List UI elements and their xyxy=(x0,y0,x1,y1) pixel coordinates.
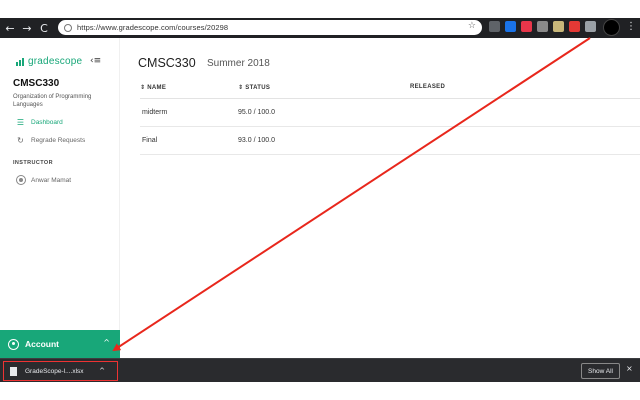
gradescope-page: gradescope ‹≡ CMSC330 Organization of Pr… xyxy=(0,38,640,358)
chevron-up-icon[interactable]: ^ xyxy=(99,367,105,375)
file-icon xyxy=(10,366,17,376)
chevron-up-icon: ^ xyxy=(103,338,110,347)
lock-icon xyxy=(64,23,72,32)
download-shelf: GradeScope-l....xlsx ^ Show All × xyxy=(0,358,640,382)
logo-text: gradescope xyxy=(28,56,83,67)
screenshot-frame: ← → C https://www.gradescope.com/courses… xyxy=(0,0,640,400)
course-term: Summer 2018 xyxy=(207,58,270,69)
back-icon[interactable]: ← xyxy=(3,21,17,35)
collapse-sidebar-icon[interactable]: ‹≡ xyxy=(90,56,101,66)
page-title: CMSC330 xyxy=(138,56,196,70)
user-avatar-icon xyxy=(16,175,26,185)
sidebar: gradescope ‹≡ CMSC330 Organization of Pr… xyxy=(0,38,120,358)
instructor-entry[interactable]: Anwar Mamat xyxy=(16,175,71,185)
account-label: Account xyxy=(25,339,59,349)
dashboard-icon: ☰ xyxy=(16,118,25,127)
extension-icon-3[interactable] xyxy=(521,21,532,32)
extension-icon-2[interactable] xyxy=(505,21,516,32)
assignment-status: 95.0 / 100.0 xyxy=(238,109,275,116)
account-button[interactable]: Account ^ xyxy=(0,330,120,358)
sidebar-item-regrade-requests[interactable]: ↻ Regrade Requests xyxy=(16,136,85,145)
logo-icon xyxy=(16,57,24,66)
extension-icon-1[interactable] xyxy=(489,21,500,32)
table-row[interactable]: Final 93.0 / 100.0 xyxy=(140,127,640,155)
assignment-name-link[interactable]: midterm xyxy=(142,109,167,116)
show-all-button[interactable]: Show All xyxy=(581,363,620,379)
downloaded-file-item[interactable]: GradeScope-l....xlsx ^ xyxy=(3,361,118,381)
table-row[interactable]: midterm 95.0 / 100.0 xyxy=(140,99,640,127)
row-divider xyxy=(140,154,640,155)
sidebar-item-label: Dashboard xyxy=(31,119,63,126)
course-code: CMSC330 xyxy=(13,78,60,89)
instructor-name: Anwar Mamat xyxy=(31,176,72,184)
column-header-status[interactable]: ⇕ STATUS xyxy=(238,84,270,91)
regrade-icon: ↻ xyxy=(17,136,24,145)
column-header-released[interactable]: RELEASED xyxy=(410,84,445,90)
account-icon xyxy=(8,338,19,350)
sidebar-item-dashboard[interactable]: ☰ Dashboard xyxy=(16,118,63,127)
extension-icon-5[interactable] xyxy=(553,21,564,32)
extension-icon-4[interactable] xyxy=(537,21,548,32)
downloaded-file-name[interactable]: GradeScope-l....xlsx xyxy=(25,368,84,375)
profile-avatar[interactable] xyxy=(603,19,620,36)
assignment-status: 93.0 / 100.0 xyxy=(238,137,275,144)
browser-menu-icon[interactable]: ⋮ xyxy=(626,21,636,32)
extension-icon-6[interactable] xyxy=(569,21,580,32)
reload-icon[interactable]: C xyxy=(37,21,51,35)
column-header-name[interactable]: ⇕ NAME xyxy=(140,84,166,91)
sidebar-item-label: Regrade Requests xyxy=(31,137,86,144)
close-icon[interactable]: × xyxy=(626,364,633,373)
gradescope-logo[interactable]: gradescope xyxy=(16,56,82,67)
browser-toolbar: ← → C https://www.gradescope.com/courses… xyxy=(0,18,640,38)
forward-icon[interactable]: → xyxy=(20,21,34,35)
bookmark-star-icon[interactable]: ☆ xyxy=(468,21,476,31)
url-text[interactable]: https://www.gradescope.com/courses/20298 xyxy=(77,23,228,32)
extension-icon-7[interactable] xyxy=(585,21,596,32)
instructor-heading: INSTRUCTOR xyxy=(13,160,53,166)
course-name: Organization of Programming Languages xyxy=(13,94,92,108)
address-bar[interactable]: https://www.gradescope.com/courses/20298… xyxy=(58,20,482,35)
assignment-name-link[interactable]: Final xyxy=(142,137,157,144)
